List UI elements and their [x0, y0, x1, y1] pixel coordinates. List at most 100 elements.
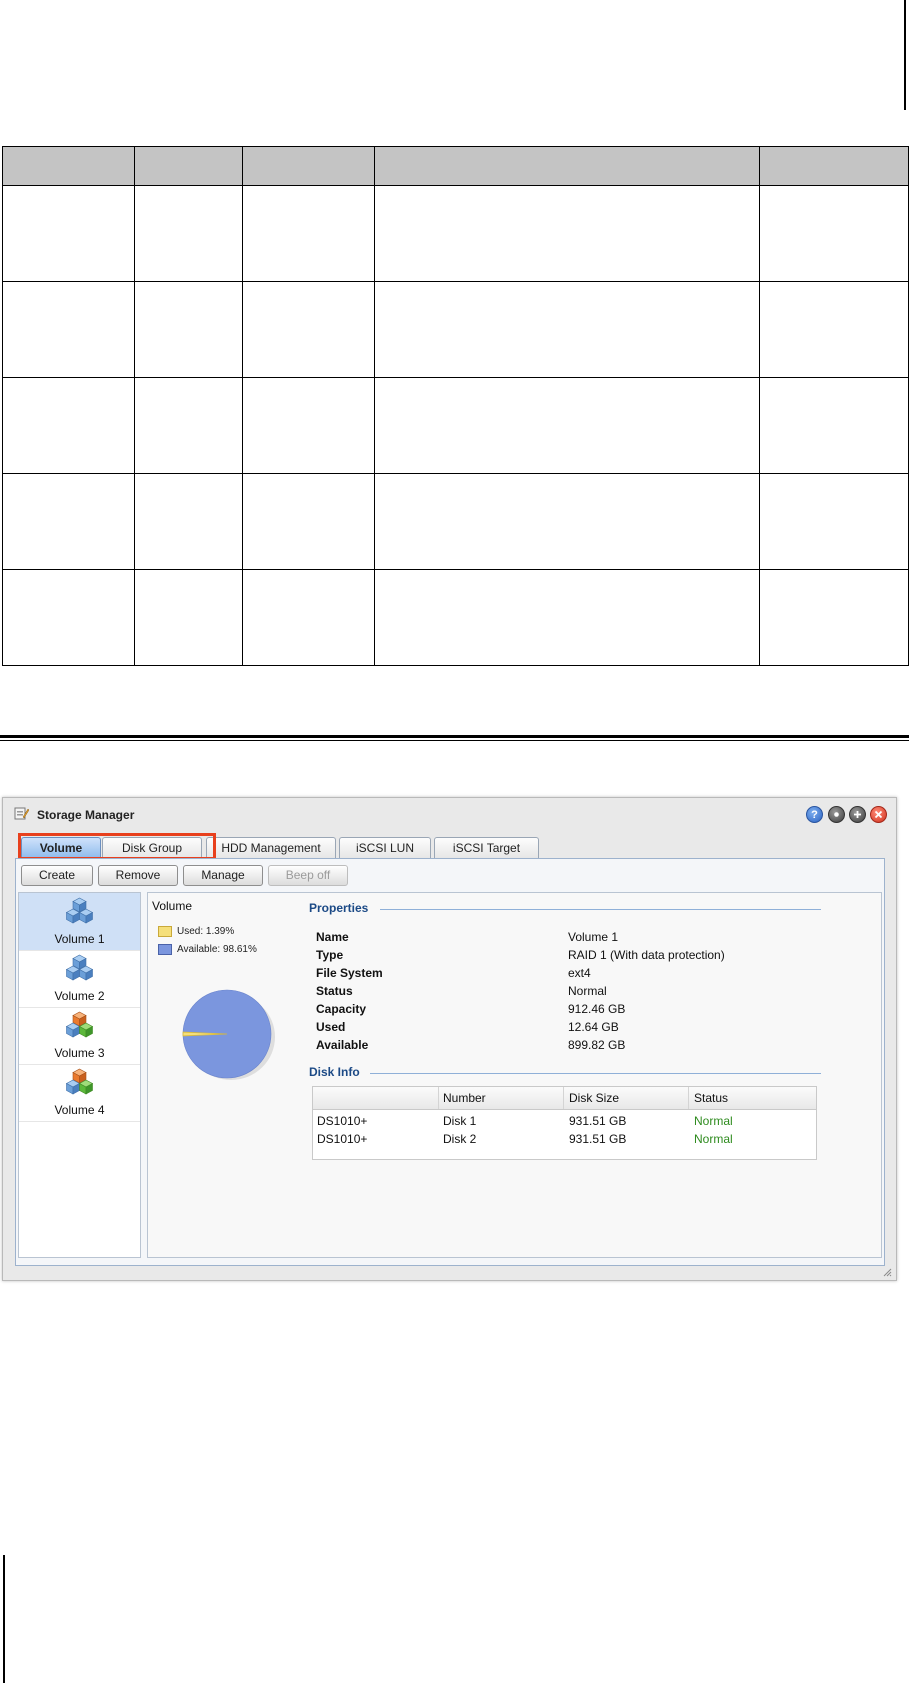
table-header-cell [374, 146, 760, 186]
beep-off-button[interactable]: Beep off [268, 865, 348, 886]
volume-label: Volume 1 [54, 932, 105, 946]
property-used-key: Used [316, 1020, 346, 1034]
minimize-button[interactable] [828, 806, 845, 823]
disk-row-2-number[interactable]: Disk 2 [443, 1132, 476, 1146]
section-divider-thick [0, 735, 909, 738]
create-button[interactable]: Create [21, 865, 93, 886]
table-cell [242, 377, 375, 474]
property-capacity-key: Capacity [316, 1002, 367, 1016]
page-edge-line-bottom [3, 1555, 5, 1683]
properties-heading-rule [380, 909, 821, 910]
volume-label: Volume 2 [54, 989, 105, 1003]
table-cell [374, 185, 760, 282]
cube-multicolor-icon [65, 1068, 94, 1095]
column-divider [438, 1087, 439, 1109]
table-cell [242, 569, 375, 666]
tab-iscsi-lun[interactable]: iSCSI LUN [339, 837, 431, 858]
table-header-cell [242, 146, 375, 186]
document-table [2, 146, 909, 666]
cube-blue-icon [65, 897, 94, 924]
table-cell [2, 281, 135, 378]
remove-button[interactable]: Remove [98, 865, 178, 886]
volume-list-item[interactable]: Volume 2 [19, 950, 140, 1008]
column-header-status[interactable]: Status [694, 1091, 728, 1105]
column-divider [563, 1087, 564, 1109]
disk-row-1-status[interactable]: Normal [694, 1114, 733, 1128]
property-filesystem-key: File System [316, 966, 383, 980]
resize-grip-icon[interactable] [883, 1268, 892, 1277]
table-row [2, 473, 909, 570]
table-row [2, 377, 909, 474]
table-cell [134, 569, 243, 666]
property-name-key: Name [316, 930, 349, 944]
column-header-disk-size[interactable]: Disk Size [569, 1091, 619, 1105]
disk-row-1-size[interactable]: 931.51 GB [569, 1114, 626, 1128]
table-cell [2, 569, 135, 666]
disk-row-2-status[interactable]: Normal [694, 1132, 733, 1146]
table-cell [134, 377, 243, 474]
volume-list-item[interactable]: Volume 4 [19, 1064, 140, 1122]
window-statusbar [3, 1266, 896, 1280]
storage-manager-window: Storage Manager ? Volume Disk Group HDD … [2, 797, 897, 1281]
table-header-cell [134, 146, 243, 186]
maximize-button[interactable] [849, 806, 866, 823]
property-filesystem-value: ext4 [568, 966, 591, 980]
volume-detail-pane: Volume Used: 1.39% Available: 98.61% Pro… [147, 892, 882, 1258]
window-titlebar[interactable]: Storage Manager ? [3, 798, 896, 830]
tab-hdd-management[interactable]: HDD Management [206, 837, 336, 858]
table-cell [374, 473, 760, 570]
tab-iscsi-target[interactable]: iSCSI Target [434, 837, 539, 858]
table-cell [374, 281, 760, 378]
table-cell [242, 281, 375, 378]
volume-list-item[interactable]: Volume 3 [19, 1007, 140, 1065]
table-header-cell [759, 146, 909, 186]
volume-label: Volume 3 [54, 1046, 105, 1060]
disk-info-grid: Number Disk Size Status DS1010+ Disk 1 9… [312, 1086, 817, 1160]
table-cell [2, 185, 135, 282]
property-used-value: 12.64 GB [568, 1020, 619, 1034]
table-row [2, 569, 909, 666]
table-cell [134, 281, 243, 378]
property-status-key: Status [316, 984, 353, 998]
table-row [2, 281, 909, 378]
table-header-cell [2, 146, 135, 186]
table-cell [374, 377, 760, 474]
property-name-value: Volume 1 [568, 930, 619, 944]
disk-row-1-device[interactable]: DS1010+ [317, 1114, 367, 1128]
table-cell [759, 473, 909, 570]
tab-content-panel: Create Remove Manage Beep off Volume 1 V… [15, 858, 885, 1266]
properties-heading: Properties [309, 901, 369, 915]
table-cell [759, 185, 909, 282]
table-cell [759, 281, 909, 378]
disk-row-1-number[interactable]: Disk 1 [443, 1114, 476, 1128]
table-row [2, 185, 909, 282]
tab-highlight-annotation [18, 833, 216, 860]
table-cell [242, 473, 375, 570]
window-title: Storage Manager [37, 808, 135, 822]
storage-manager-app-icon [14, 806, 30, 820]
used-legend-swatch [158, 926, 172, 937]
table-cell [242, 185, 375, 282]
disk-row-2-device[interactable]: DS1010+ [317, 1132, 367, 1146]
volume-list: Volume 1 Volume 2 Volume 3 Volume 4 [18, 892, 141, 1258]
cube-blue-icon [65, 954, 94, 981]
usage-pie-chart [182, 989, 275, 1080]
cube-multicolor-icon [65, 1011, 94, 1038]
disk-row-2-size[interactable]: 931.51 GB [569, 1132, 626, 1146]
available-legend-swatch [158, 944, 172, 955]
volume-list-item[interactable]: Volume 1 [19, 893, 140, 951]
disk-info-heading: Disk Info [309, 1065, 360, 1079]
property-capacity-value: 912.46 GB [568, 1002, 626, 1016]
page-edge-line-top [904, 0, 906, 110]
table-cell [134, 185, 243, 282]
table-cell [2, 377, 135, 474]
help-button[interactable]: ? [806, 806, 823, 823]
table-cell [759, 377, 909, 474]
property-type-value: RAID 1 (With data protection) [568, 948, 725, 962]
section-divider-thin [0, 740, 909, 741]
close-button[interactable] [870, 806, 887, 823]
column-header-number[interactable]: Number [443, 1091, 486, 1105]
used-legend-label: Used: 1.39% [177, 926, 235, 937]
property-status-value: Normal [568, 984, 607, 998]
manage-button[interactable]: Manage [183, 865, 263, 886]
